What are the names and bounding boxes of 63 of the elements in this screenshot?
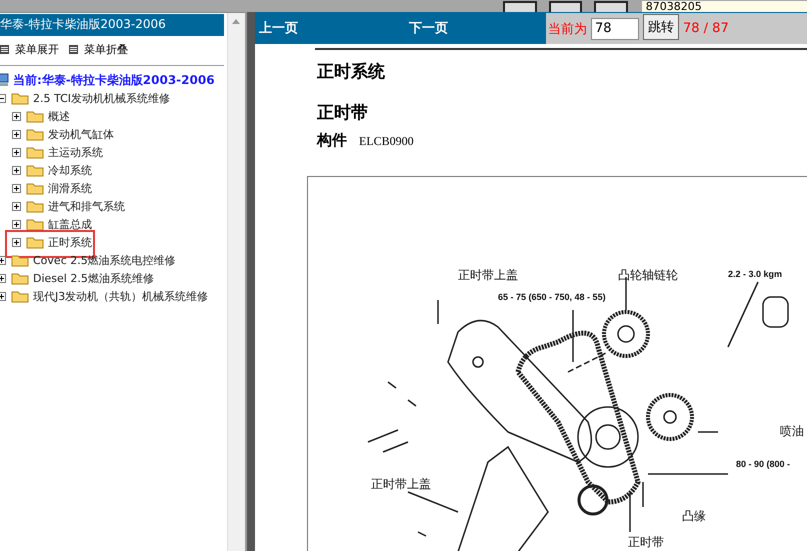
expander-icon[interactable] xyxy=(12,130,21,138)
folder-icon xyxy=(26,145,44,159)
page-heading: 正时带 xyxy=(317,102,369,124)
callout-label: 凸缘 xyxy=(682,508,706,525)
tree-item[interactable]: Diesel 2.5燃油系统维修 xyxy=(33,270,154,286)
folder-icon xyxy=(11,289,29,303)
pane-splitter[interactable] xyxy=(245,12,255,551)
expander-icon[interactable] xyxy=(12,166,21,174)
folder-icon xyxy=(26,127,44,141)
expander-icon[interactable] xyxy=(12,220,21,228)
expander-icon[interactable] xyxy=(12,202,21,210)
callout-label: 2.2 - 3.0 kgm xyxy=(728,269,782,279)
callout-label: 喷油 xyxy=(780,423,804,440)
prev-page-link[interactable]: 上一页 xyxy=(259,19,409,37)
current-page-label: 当前为 xyxy=(548,20,587,38)
folder-icon xyxy=(26,109,44,123)
tree-item[interactable]: 概述 xyxy=(48,108,70,124)
folder-icon xyxy=(11,253,29,267)
folder-icon xyxy=(11,271,29,285)
folder-icon xyxy=(26,163,44,177)
folder-icon xyxy=(26,199,44,213)
tree-item[interactable]: 润滑系统 xyxy=(48,180,92,196)
computer-icon xyxy=(0,73,10,87)
tree-item[interactable]: 现代J3发动机（共轨）机械系统维修 xyxy=(33,288,208,304)
component-code: ELCB0900 xyxy=(359,134,414,149)
toolbar-button[interactable] xyxy=(594,1,628,12)
tree-item[interactable]: 主运动系统 xyxy=(48,144,103,160)
tree-root-label[interactable]: 当前:华泰-特拉卡柴油版2003-2006 xyxy=(13,72,215,88)
callout-label: 正时带 xyxy=(628,534,664,551)
list-icon xyxy=(0,45,9,54)
folder-icon xyxy=(11,91,29,105)
sidebar-title: 华泰-特拉卡柴油版2003-2006 xyxy=(0,14,224,36)
jump-button[interactable]: 跳转 xyxy=(643,14,679,40)
folder-icon xyxy=(26,235,44,249)
tree-item[interactable]: 正时系统 xyxy=(48,234,92,250)
tree-item[interactable]: 2.5 TCI发动机机械系统维修 xyxy=(33,90,170,106)
list-icon xyxy=(69,45,78,54)
toolbar-button[interactable] xyxy=(503,1,537,12)
component-label: 构件 xyxy=(317,131,347,150)
expander-icon[interactable] xyxy=(12,184,21,192)
section-title: 正时系统 xyxy=(317,61,386,83)
expander-icon[interactable] xyxy=(12,112,21,120)
expander-icon[interactable] xyxy=(12,148,21,156)
toolbar-button[interactable] xyxy=(548,1,582,12)
tree-item[interactable]: 缸盖总成 xyxy=(48,216,92,232)
callout-label: 凸轮轴链轮 xyxy=(618,267,678,284)
scrollbar[interactable] xyxy=(227,13,245,551)
tree-item[interactable]: 进气和排气系统 xyxy=(48,198,125,214)
callout-label: 65 - 75 (650 - 750, 48 - 55) xyxy=(498,292,606,302)
callout-label: 正时带上盖 xyxy=(458,267,518,284)
page-count: 78 / 87 xyxy=(683,21,729,36)
folder-icon xyxy=(26,181,44,195)
folder-icon xyxy=(26,217,44,231)
menu-toggle-link[interactable]: 菜单折叠 xyxy=(69,42,128,57)
tree-item[interactable]: 发动机气缸体 xyxy=(48,126,114,142)
callout-label: 80 - 90 (800 - xyxy=(736,459,790,469)
menu-toggle-link[interactable]: 菜单展开 xyxy=(0,42,59,57)
expander-icon[interactable] xyxy=(12,238,21,246)
page-input[interactable]: 78 xyxy=(591,18,639,40)
tree-item[interactable]: 冷却系统 xyxy=(48,162,92,178)
next-page-link[interactable]: 下一页 xyxy=(409,19,546,37)
phone-number: 87038205 xyxy=(642,1,807,12)
callout-label: 正时带上盖 xyxy=(371,476,431,493)
